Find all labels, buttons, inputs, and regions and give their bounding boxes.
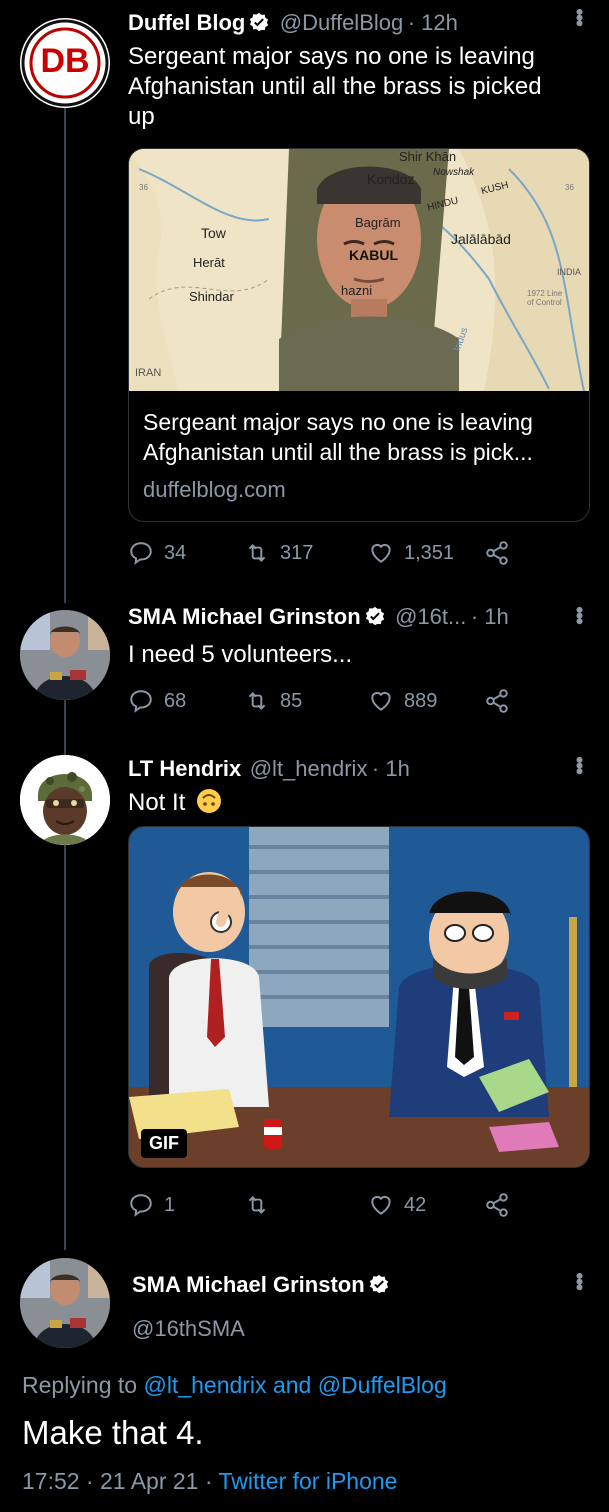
gif-animation [129, 827, 589, 1167]
more-options-icon[interactable]: ••• [566, 1272, 592, 1289]
tweet-actions: 1 42 [128, 1192, 588, 1222]
retweet-count: 85 [280, 689, 303, 712]
retweet-button[interactable]: 85 [244, 688, 302, 714]
map-label: Nowshak [433, 167, 475, 178]
tweet-text: Make that 4. [22, 1414, 204, 1451]
share-icon [486, 541, 508, 565]
retweet-icon [248, 544, 266, 562]
reply-icon [130, 690, 152, 713]
verified-badge-icon [369, 1274, 388, 1294]
avatar[interactable]: DB [20, 18, 110, 108]
avatar[interactable] [20, 1258, 110, 1348]
retweet-count: 317 [280, 541, 314, 564]
share-icon [486, 1193, 508, 1217]
avatar-image [20, 755, 110, 845]
tweet-text: Not It [128, 788, 222, 818]
card-domain: duffelblog.com [143, 477, 286, 502]
reply-count: 68 [164, 689, 187, 712]
verified-badge-icon [250, 12, 269, 32]
share-button[interactable] [484, 1192, 510, 1218]
tweet-meta: 17:52 · 21 Apr 21 · Twitter for iPhone [22, 1468, 397, 1495]
map-label: Herāt [193, 255, 225, 270]
share-button[interactable] [484, 688, 510, 714]
map-label: Kondoz [367, 171, 415, 187]
replying-to: Replying to @lt_hendrix and @DuffelBlog [22, 1372, 447, 1398]
card-title: Sergeant major says no one is leaving Af… [143, 409, 533, 465]
avatar-image [20, 610, 110, 700]
reply-count: 1 [164, 1193, 176, 1216]
more-options-icon[interactable]: ••• [566, 756, 592, 773]
avatar-image [20, 1258, 110, 1348]
upside-down-face-emoji-icon [197, 789, 222, 813]
like-count: 42 [404, 1193, 427, 1216]
tweet-timestamp[interactable]: 17:52 · 21 Apr 21 · [22, 1468, 213, 1494]
tweet-source[interactable]: Twitter for iPhone [219, 1468, 398, 1494]
verified-badge-icon [365, 606, 384, 626]
retweet-button[interactable]: 317 [244, 540, 313, 566]
retweet-icon [248, 1196, 266, 1214]
map-label: Shir Khān [399, 149, 457, 164]
more-options-icon[interactable]: ••• [566, 8, 592, 25]
handle[interactable]: @lt_hendrix [250, 756, 368, 781]
reply-count: 34 [164, 541, 187, 564]
display-name[interactable]: Duffel Blog [128, 10, 245, 35]
avatar[interactable] [20, 755, 110, 845]
thread-line [64, 700, 66, 755]
map-illustration [129, 149, 589, 392]
timestamp[interactable]: · 1h [471, 604, 509, 629]
like-button[interactable]: 42 [368, 1192, 426, 1218]
logo-text: DB [40, 42, 90, 80]
tweet-text: Sergeant major says no one is leaving Af… [128, 43, 542, 130]
tweet-actions: 34 317 1,351 [128, 540, 588, 570]
map-label: IRAN [135, 367, 162, 379]
like-count: 889 [404, 689, 438, 712]
avatar[interactable] [20, 610, 110, 700]
like-button[interactable]: 889 [368, 688, 437, 714]
map-label: KABUL [349, 247, 398, 263]
more-options-icon[interactable]: ••• [566, 606, 592, 623]
heart-icon [371, 691, 391, 711]
map-label: Tow [201, 225, 226, 241]
display-name[interactable]: SMA Michael Grinston [128, 604, 361, 629]
reply-icon [130, 542, 152, 565]
share-icon [486, 689, 508, 713]
timestamp[interactable]: · 12h [408, 10, 458, 35]
handle[interactable]: @16t... [395, 604, 466, 629]
gif-badge: GIF [141, 1129, 187, 1158]
display-name[interactable]: LT Hendrix [128, 756, 241, 781]
map-label: Bagrām [355, 215, 401, 230]
retweet-icon [248, 692, 266, 710]
mention-link[interactable]: @lt_hendrix [143, 1372, 266, 1398]
like-count: 1,351 [404, 541, 455, 564]
display-name[interactable]: SMA Michael Grinston [132, 1272, 365, 1297]
retweet-button[interactable] [244, 1192, 280, 1218]
thread-line [64, 108, 66, 603]
map-label: 1972 Line of Control [527, 289, 563, 307]
handle[interactable]: @DuffelBlog [280, 10, 403, 35]
card-image: Shir Khān Kondoz Nowshak HINDU KUSH Bagr… [129, 149, 589, 392]
reply-icon [130, 1194, 152, 1217]
map-label: 36 [139, 183, 148, 192]
map-label: hazni [341, 283, 373, 298]
map-label: Shindar [189, 289, 234, 304]
replying-and: and [272, 1372, 312, 1398]
timestamp[interactable]: · 1h [372, 756, 410, 781]
share-button[interactable] [484, 540, 510, 566]
heart-icon [371, 543, 391, 563]
handle[interactable]: @16thSMA [132, 1316, 245, 1342]
heart-icon [371, 1195, 391, 1215]
gif-media[interactable]: GIF [128, 826, 590, 1168]
reply-button[interactable]: 34 [128, 540, 186, 566]
reply-button[interactable]: 1 [128, 1192, 175, 1218]
mention-link[interactable]: @DuffelBlog [318, 1372, 447, 1398]
tweet-actions: 68 85 889 [128, 688, 588, 718]
map-label: Jalālābād [451, 231, 511, 247]
like-button[interactable]: 1,351 [368, 540, 454, 566]
reply-button[interactable]: 68 [128, 688, 186, 714]
link-card[interactable]: Shir Khān Kondoz Nowshak HINDU KUSH Bagr… [128, 148, 590, 522]
thread-line [64, 845, 66, 1250]
map-label: 36 [565, 183, 574, 192]
tweet-text: I need 5 volunteers... [128, 641, 353, 668]
map-label: INDIA [557, 267, 582, 277]
